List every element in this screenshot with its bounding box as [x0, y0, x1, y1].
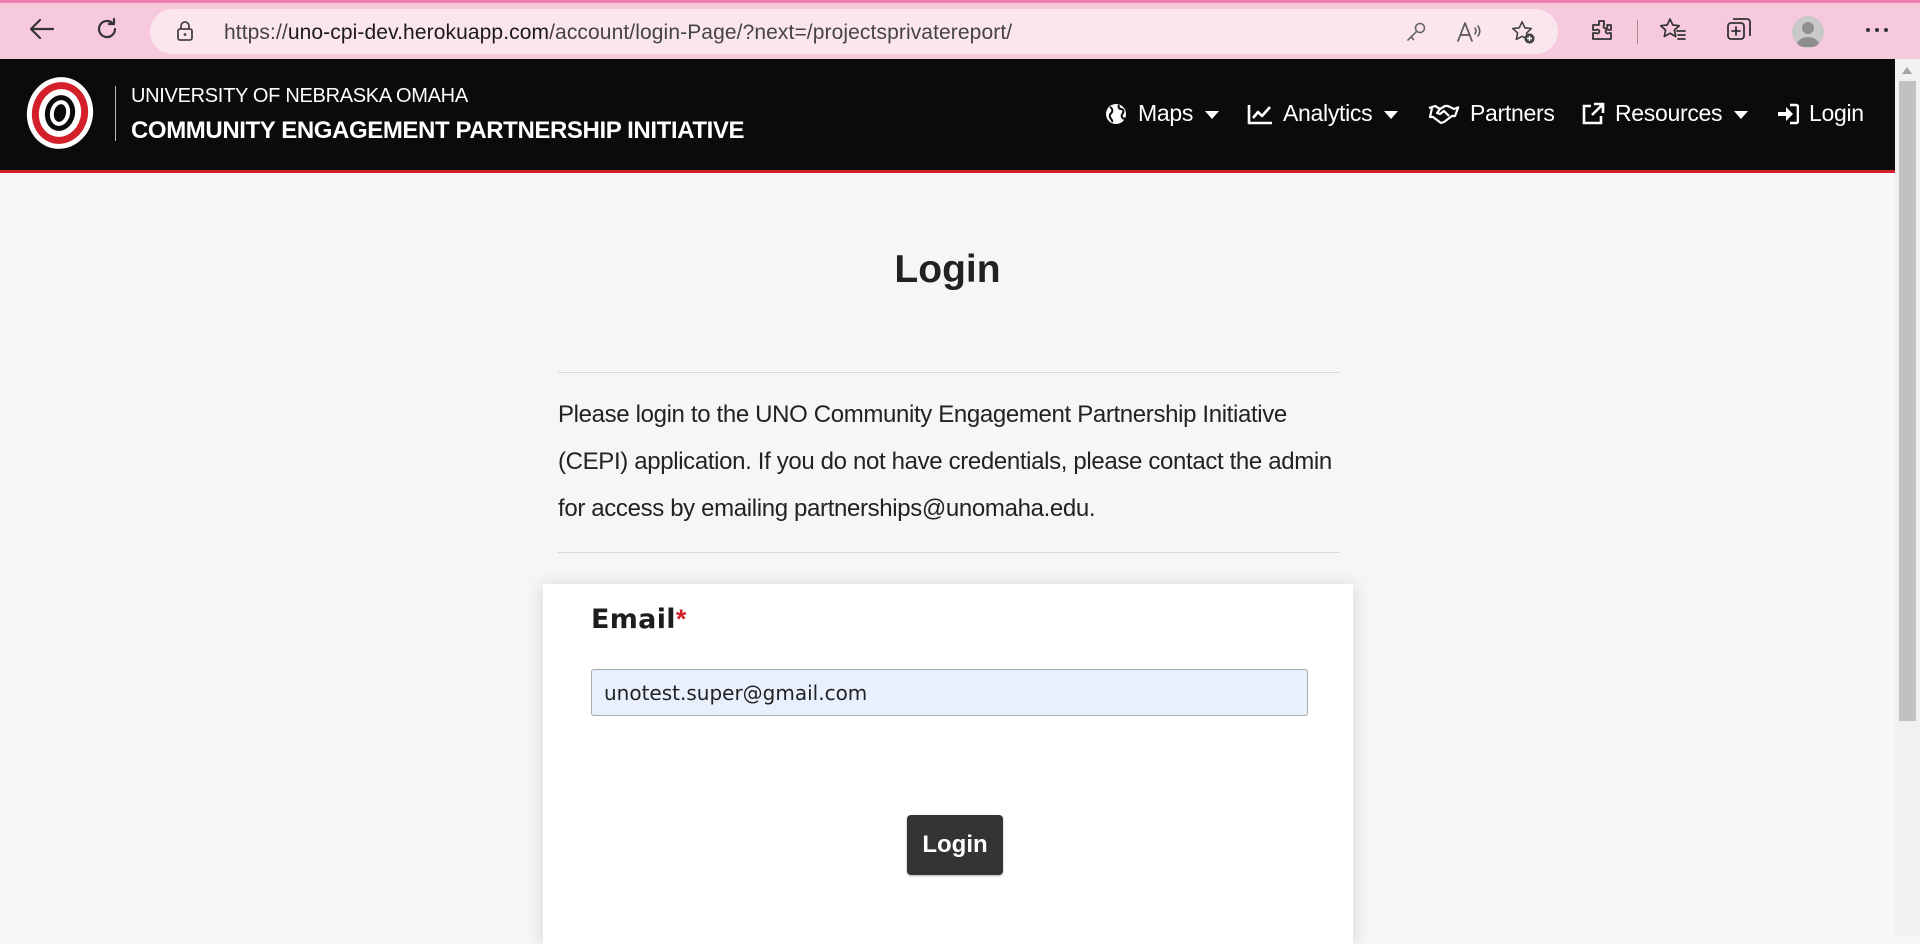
refresh-button[interactable]: [86, 10, 128, 52]
nav-maps[interactable]: Maps: [1104, 100, 1220, 127]
site-header: UNIVERSITY OF NEBRASKA OMAHA COMMUNITY E…: [0, 59, 1895, 173]
url-host: uno-cpi-dev.herokuapp.com: [287, 21, 550, 44]
collections-icon[interactable]: [1724, 15, 1754, 45]
handshake-icon: [1428, 104, 1460, 124]
scroll-up-icon[interactable]: [1902, 67, 1912, 74]
url-path: /account/login-Page/?next=/projectspriva…: [549, 21, 1013, 44]
back-icon: [29, 18, 55, 45]
email-label: Email*: [591, 604, 687, 635]
chevron-down-icon: [1205, 110, 1220, 119]
profile-icon[interactable]: [1792, 16, 1824, 48]
nav-login-label: Login: [1809, 100, 1864, 126]
nav-resources[interactable]: Resources: [1581, 100, 1749, 127]
key-icon[interactable]: [1403, 19, 1429, 45]
browser-toolbar: https://uno-cpi-dev.herokuapp.com/accoun…: [0, 0, 1920, 59]
login-form-card: Email* Login: [543, 584, 1353, 944]
nav-maps-label: Maps: [1138, 100, 1194, 126]
chevron-down-icon: [1734, 110, 1749, 119]
line-chart-icon: [1247, 104, 1272, 124]
refresh-icon: [95, 17, 119, 46]
sign-in-icon: [1778, 103, 1799, 124]
nav-partners-label: Partners: [1470, 100, 1555, 126]
nav-partners[interactable]: Partners: [1428, 100, 1555, 127]
uno-logo[interactable]: [22, 74, 98, 157]
login-instructions: Please login to the UNO Community Engage…: [558, 401, 1332, 522]
logo-divider: [115, 86, 116, 141]
nav-analytics[interactable]: Analytics: [1247, 100, 1399, 127]
read-aloud-icon[interactable]: [1456, 19, 1482, 45]
address-bar[interactable]: https://uno-cpi-dev.herokuapp.com/accoun…: [150, 9, 1558, 54]
program-name[interactable]: COMMUNITY ENGAGEMENT PARTNERSHIP INITIAT…: [131, 117, 744, 145]
back-button[interactable]: [21, 10, 63, 52]
url-text[interactable]: https://uno-cpi-dev.herokuapp.com/accoun…: [224, 21, 1012, 45]
favorites-icon[interactable]: [1658, 15, 1688, 45]
toolbar-divider: [1637, 20, 1638, 44]
divider-top: [558, 372, 1339, 373]
divider-bottom: [558, 552, 1339, 553]
university-name: UNIVERSITY OF NEBRASKA OMAHA: [131, 85, 468, 107]
nav-analytics-label: Analytics: [1283, 100, 1373, 126]
external-link-icon: [1582, 102, 1605, 124]
scroll-thumb[interactable]: [1899, 81, 1916, 721]
add-favorite-icon[interactable]: [1510, 19, 1536, 45]
globe-icon: [1106, 103, 1126, 124]
chevron-down-icon: [1384, 110, 1399, 119]
page-scrollbar[interactable]: [1895, 59, 1920, 937]
required-marker: *: [675, 604, 687, 634]
more-icon[interactable]: [1862, 15, 1892, 45]
url-prefix: https://: [224, 21, 288, 44]
nav-login[interactable]: Login: [1777, 100, 1864, 127]
email-field[interactable]: [591, 669, 1308, 716]
extensions-icon[interactable]: [1587, 15, 1617, 45]
login-button[interactable]: Login: [907, 815, 1003, 875]
lock-icon[interactable]: [176, 21, 194, 46]
email-label-text: Email: [591, 604, 676, 635]
page-title: Login: [894, 248, 1001, 291]
nav-resources-label: Resources: [1615, 100, 1723, 126]
